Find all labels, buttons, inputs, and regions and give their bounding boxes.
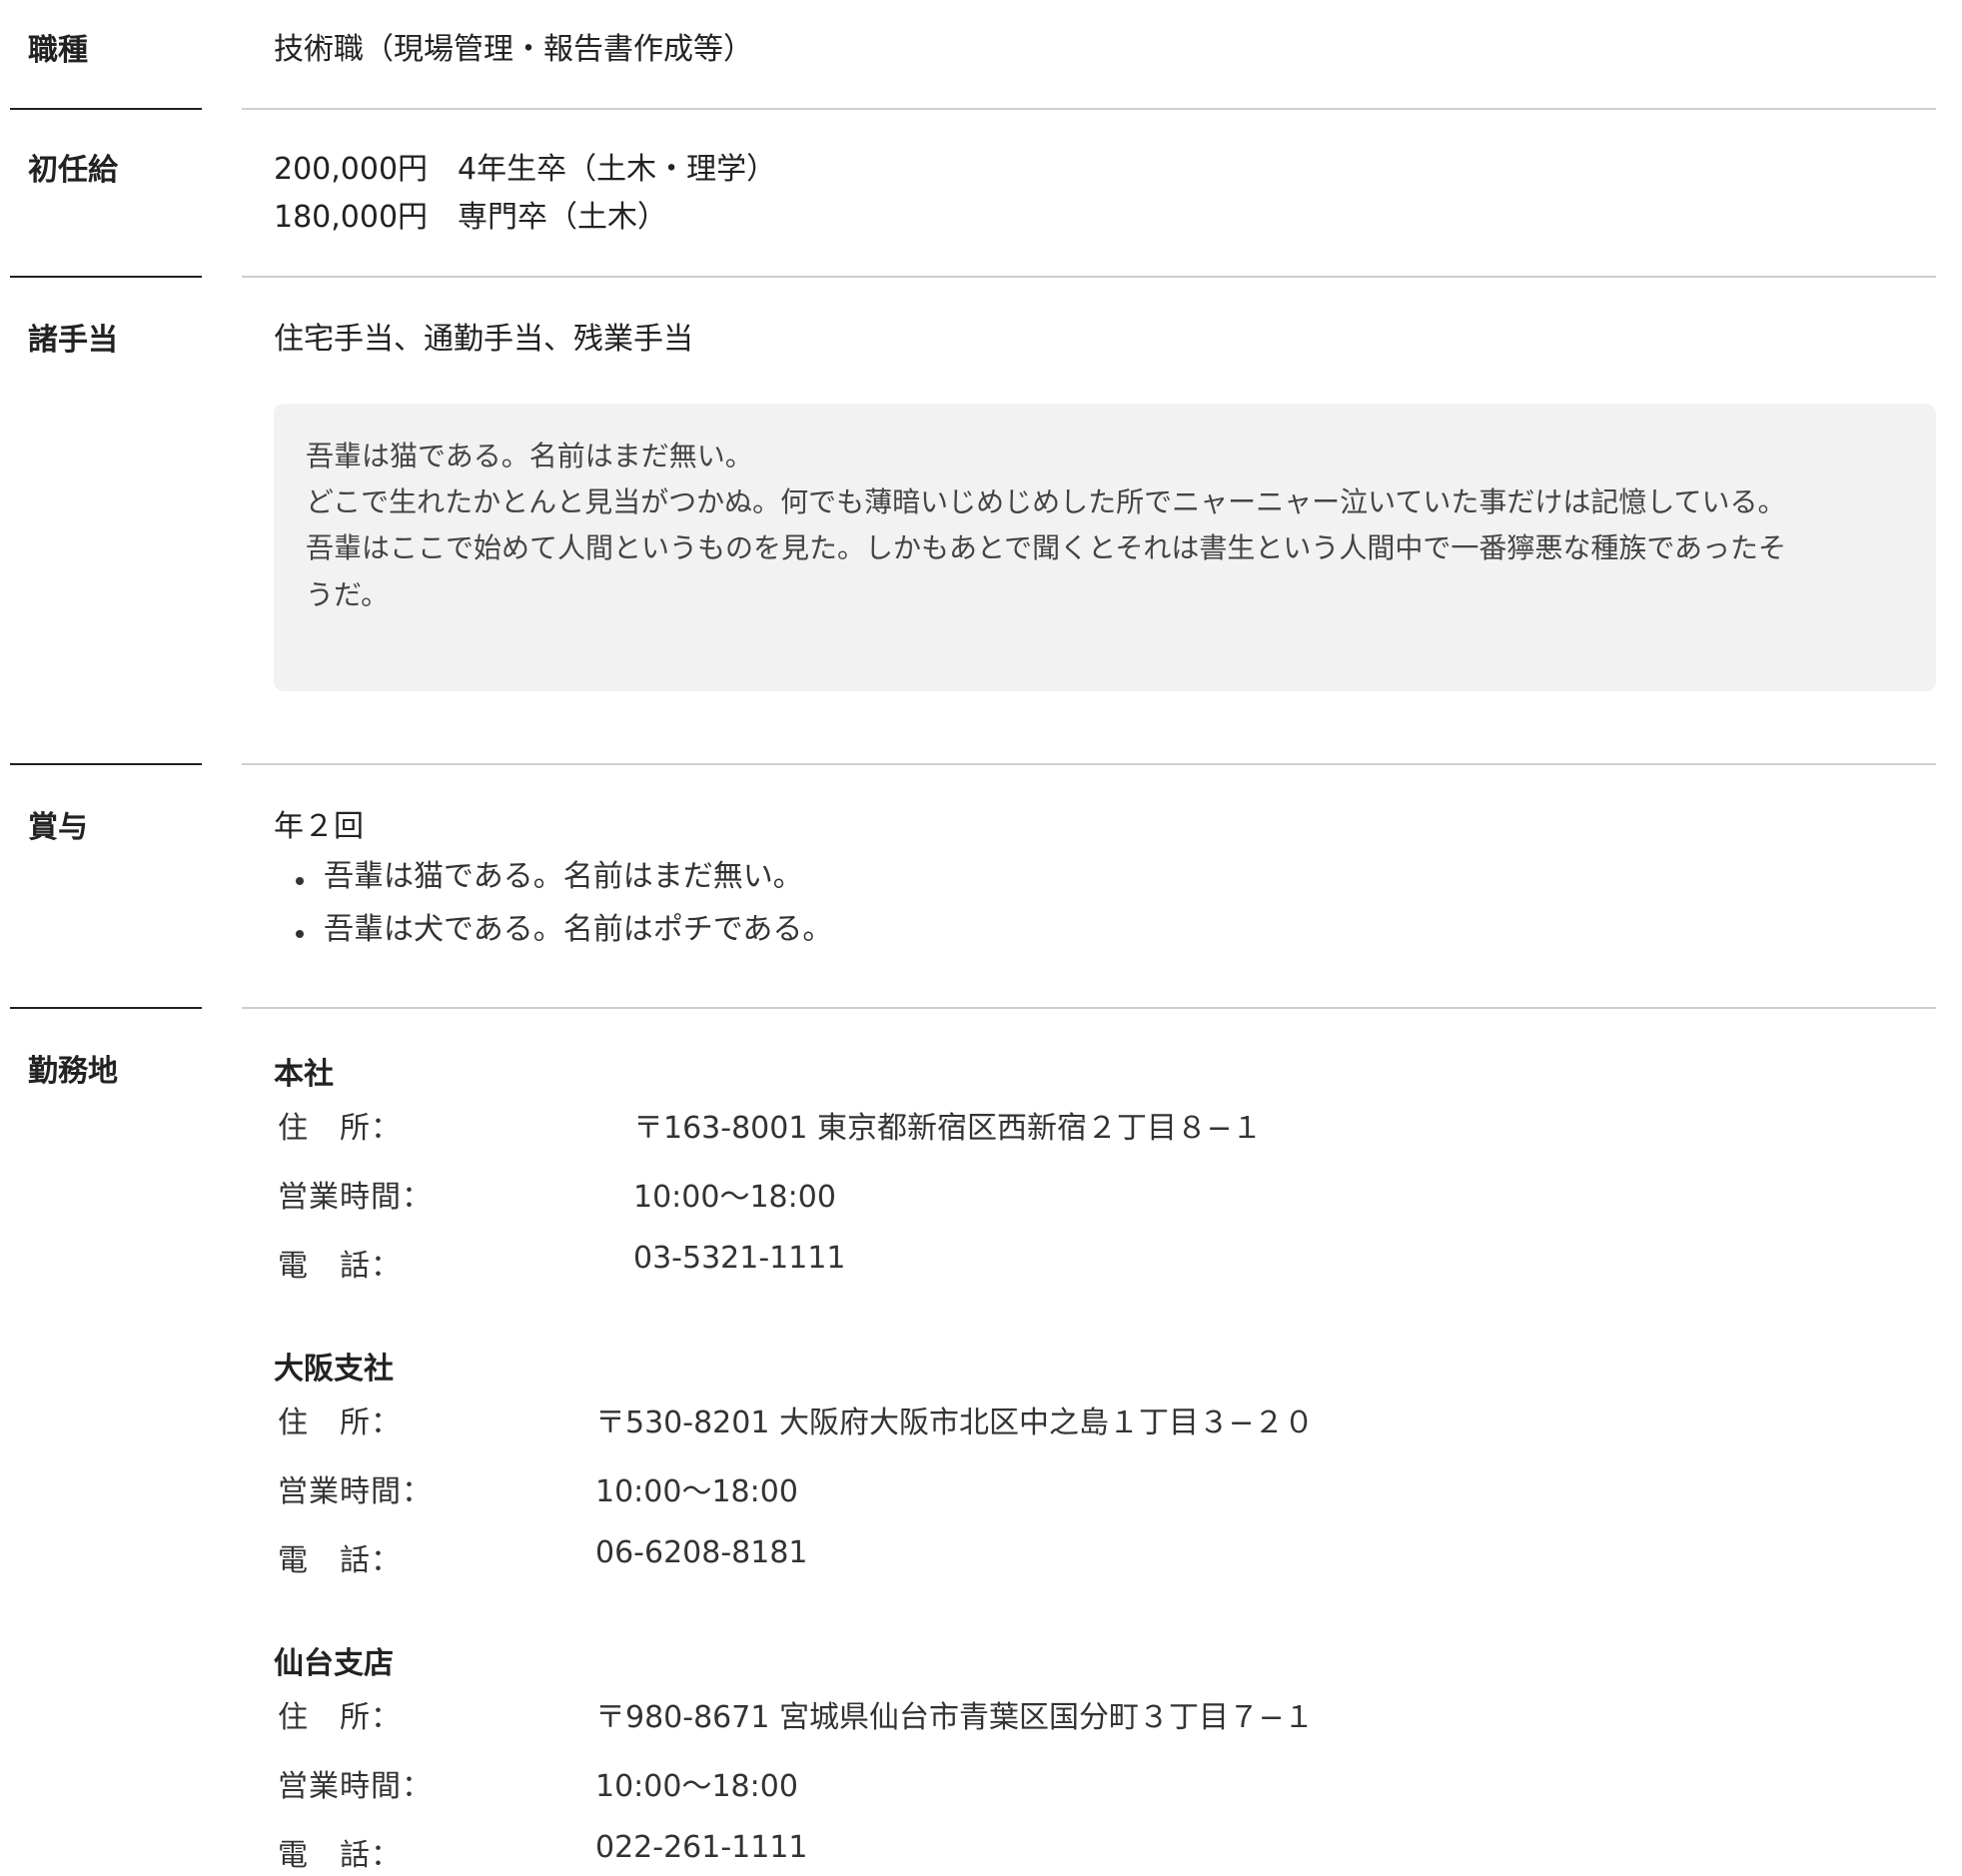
location-label: 勤務地: [28, 1054, 118, 1089]
divider-left: [10, 763, 202, 765]
job-type-label: 職種: [28, 33, 88, 68]
note-line: どこで生れたかとんと見当がつかぬ。何でも薄暗いじめじめした所でニャーニャー泣いて…: [306, 485, 1786, 519]
phone-key: 電 話：: [278, 1543, 402, 1578]
hours-key: 営業時間：: [278, 1180, 433, 1215]
divider-right: [242, 1007, 1936, 1009]
note-line: 吾輩は猫である。名前はまだ無い。: [306, 440, 753, 472]
note-line: 吾輩はここで始めて人間というものを見た。しかもあとで聞くとそれは書生という人間中…: [306, 531, 1787, 565]
salary-line: 200,000円 4年生卒（土木・理学）: [274, 152, 777, 187]
divider-right: [242, 108, 1936, 110]
divider-left: [10, 1007, 202, 1009]
office-name-hq: 本社: [274, 1057, 334, 1092]
bonus-list: 吾輩は猫である。名前はまだ無い。 吾輩は犬である。名前はポチである。: [274, 851, 832, 956]
list-item: 吾輩は犬である。名前はポチである。: [274, 904, 832, 957]
divider-right: [242, 276, 1936, 278]
hours-value: 10:00〜18:00: [633, 1180, 836, 1215]
address-value: 〒163-8001 東京都新宿区西新宿２丁目８−１: [633, 1111, 1263, 1146]
starting-salary-label: 初任給: [28, 153, 118, 188]
address-value: 〒530-8201 大阪府大阪市北区中之島１丁目３−２０: [595, 1406, 1315, 1440]
address-value: 〒980-8671 宮城県仙台市青葉区国分町３丁目７−１: [595, 1700, 1315, 1735]
phone-value: 022-261-1111: [595, 1830, 808, 1865]
hours-key: 営業時間：: [278, 1474, 433, 1509]
divider-left: [10, 276, 202, 278]
bonus-label: 賞与: [28, 810, 88, 845]
hours-value: 10:00〜18:00: [595, 1474, 798, 1509]
starting-salary-value: 200,000円 4年生卒（土木・理学） 180,000円 専門卒（土木）: [274, 146, 776, 242]
allowances-label: 諸手当: [28, 323, 118, 358]
allowances-note-box: 吾輩は猫である。名前はまだ無い。 どこで生れたかとんと見当がつかぬ。何でも薄暗い…: [274, 404, 1936, 691]
office-name-sendai: 仙台支店: [274, 1646, 394, 1681]
divider-right: [242, 763, 1936, 765]
phone-value: 06-6208-8181: [595, 1535, 808, 1570]
address-key: 住 所：: [278, 1406, 402, 1440]
salary-line: 180,000円 専門卒（土木）: [274, 200, 668, 235]
bonus-content: 年２回 吾輩は猫である。名前はまだ無い。 吾輩は犬である。名前はポチである。: [274, 803, 832, 956]
address-key: 住 所：: [278, 1111, 402, 1146]
phone-key: 電 話：: [278, 1838, 402, 1873]
office-name-osaka: 大阪支社: [274, 1352, 394, 1387]
bonus-value: 年２回: [274, 809, 364, 844]
job-type-value: 技術職（現場管理・報告書作成等）: [274, 32, 753, 67]
allowances-value: 住宅手当、通勤手当、残業手当: [274, 322, 693, 357]
hours-value: 10:00〜18:00: [595, 1769, 798, 1804]
address-key: 住 所：: [278, 1700, 402, 1735]
hours-key: 営業時間：: [278, 1769, 433, 1804]
phone-value: 03-5321-1111: [633, 1241, 846, 1276]
list-item: 吾輩は猫である。名前はまだ無い。: [274, 851, 832, 904]
phone-key: 電 話：: [278, 1249, 402, 1284]
note-line: うだ。: [306, 577, 390, 611]
divider-left: [10, 108, 202, 110]
